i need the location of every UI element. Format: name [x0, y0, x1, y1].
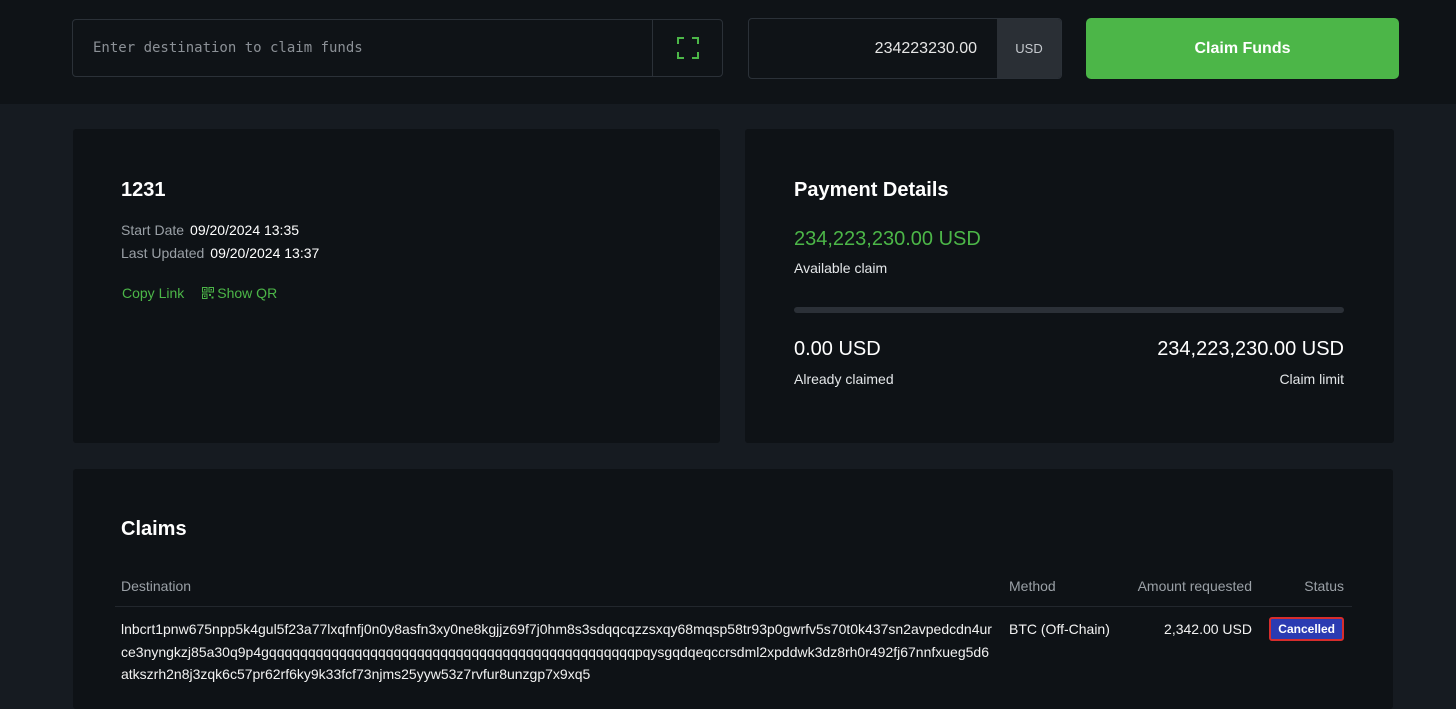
claim-id: 1231	[121, 179, 166, 201]
claim-progress-bar	[794, 307, 1344, 313]
copy-link-button[interactable]: Copy Link	[122, 285, 184, 301]
copy-link-label: Copy Link	[122, 285, 185, 301]
destination-field-group	[72, 19, 723, 77]
currency-label: USD	[997, 19, 1061, 78]
claim-limit-label: Claim limit	[1279, 371, 1344, 387]
claim-method: BTC (Off-Chain)	[1009, 621, 1110, 637]
amount-field-group: USD	[748, 18, 1062, 79]
column-header-status: Status	[1304, 578, 1344, 594]
table-divider	[115, 606, 1352, 607]
last-updated-row: Last Updated 09/20/2024 13:37	[121, 245, 319, 261]
claims-card: Claims Destination Method Amount request…	[73, 469, 1393, 709]
claim-summary-card: 1231 Start Date 09/20/2024 13:35 Last Upd…	[73, 129, 720, 443]
start-date-label: Start Date	[121, 222, 185, 238]
available-claim-amount: 234,223,230.00 USD	[794, 228, 981, 250]
claims-title: Claims	[121, 518, 187, 540]
top-bar: USD Claim Funds	[0, 0, 1456, 104]
qr-code-icon	[202, 287, 215, 299]
column-header-amount: Amount requested	[1137, 578, 1252, 594]
already-claimed-amount: 0.00 USD	[794, 338, 881, 360]
available-claim-label: Available claim	[794, 260, 888, 276]
start-date-row: Start Date 09/20/2024 13:35	[121, 222, 299, 238]
column-header-method: Method	[1009, 578, 1056, 594]
column-header-destination: Destination	[121, 578, 192, 594]
claim-limit-amount: 234,223,230.00 USD	[1157, 338, 1344, 360]
share-links: Copy Link Show QR	[122, 285, 277, 301]
claim-destination: lnbcrt1pnw675npp5k4gul5f23a77lxqfnfj0n0y…	[121, 621, 992, 682]
claim-funds-button[interactable]: Claim Funds	[1086, 18, 1399, 79]
scan-qr-button[interactable]	[652, 20, 722, 76]
claim-amount: 2,342.00 USD	[1164, 621, 1252, 637]
show-qr-button[interactable]: Show QR	[202, 285, 277, 301]
last-updated-value: 09/20/2024 13:37	[210, 245, 320, 261]
last-updated-label: Last Updated	[121, 245, 205, 261]
start-date-value: 09/20/2024 13:35	[190, 222, 300, 238]
already-claimed-label: Already claimed	[794, 371, 894, 387]
payment-details-card: Payment Details 234,223,230.00 USD Avail…	[745, 129, 1394, 443]
amount-input[interactable]	[749, 19, 997, 78]
show-qr-label: Show QR	[217, 285, 278, 301]
payment-details-title: Payment Details	[794, 179, 949, 201]
destination-input[interactable]	[73, 20, 652, 76]
status-badge: Cancelled	[1269, 617, 1344, 641]
qr-scan-icon	[676, 37, 699, 59]
